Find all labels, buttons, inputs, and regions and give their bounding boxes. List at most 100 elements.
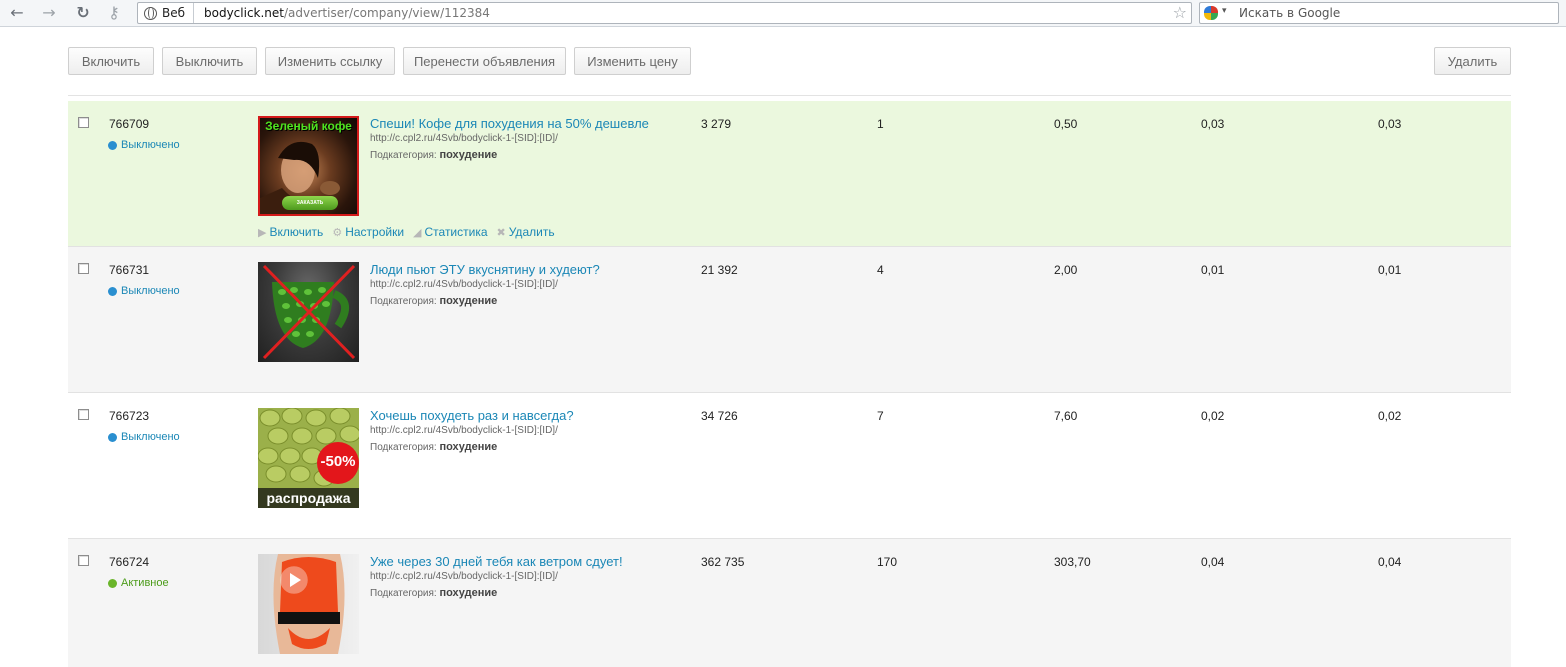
- delete-button[interactable]: Удалить: [1434, 47, 1511, 75]
- key-icon[interactable]: ⚷: [103, 3, 125, 23]
- play-icon: ▶: [258, 225, 267, 239]
- row-checkbox[interactable]: [78, 555, 89, 566]
- metric-ctr: 0,04: [1201, 555, 1225, 569]
- status-text: Выключено: [121, 431, 180, 443]
- browser-toolbar: ← → ↻ ⚷ Веб bodyclick.net/advertiser/com…: [0, 0, 1566, 27]
- ad-thumbnail[interactable]: -50% распродажа: [258, 408, 359, 508]
- forward-arrow-icon[interactable]: →: [38, 3, 60, 23]
- image-discount-badge: -50%: [320, 453, 356, 470]
- row-delete-link[interactable]: ✖ Удалить: [497, 225, 555, 239]
- ad-id: 766724: [109, 555, 150, 569]
- reload-icon[interactable]: ↻: [72, 3, 94, 23]
- ad-id: 766709: [109, 117, 150, 131]
- subcategory-label: Подкатегория:: [370, 588, 437, 599]
- metric-clicks: 4: [877, 263, 884, 277]
- url-path: /advertiser/company/view/112384: [284, 6, 490, 20]
- ad-title-link[interactable]: Уже через 30 дней тебя как ветром сдует!: [370, 554, 623, 569]
- ad-url: http://c.cpl2.ru/4Svb/bodyclick-1-[SID]:…: [370, 425, 558, 436]
- image-caption: Зеленый кофе: [265, 119, 352, 133]
- metric-clicks: 7: [877, 409, 884, 423]
- ad-url: http://c.cpl2.ru/4Svb/bodyclick-1-[SID]:…: [370, 133, 558, 144]
- ad-url: http://c.cpl2.ru/4Svb/bodyclick-1-[SID]:…: [370, 571, 558, 582]
- status-badge: Выключено: [108, 285, 180, 297]
- search-box[interactable]: ▾ Искать в Google: [1199, 2, 1559, 24]
- row-stats-label: Статистика: [424, 225, 488, 239]
- ad-title-link[interactable]: Люди пьют ЭТУ вкуснятину и худеют?: [370, 262, 600, 277]
- row-checkbox[interactable]: [78, 263, 89, 274]
- ad-id: 766723: [109, 409, 150, 423]
- metric-impressions: 3 279: [701, 117, 732, 131]
- ad-subcategory: Подкатегория: похудение: [370, 441, 497, 453]
- ad-thumbnail[interactable]: Зеленый кофе ЗАКАЗАТЬ: [258, 116, 359, 216]
- metric-ctr: 0,02: [1201, 409, 1225, 423]
- subcategory-value: похудение: [439, 441, 498, 453]
- metric-impressions: 21 392: [701, 263, 738, 277]
- url-text[interactable]: bodyclick.net/advertiser/company/view/11…: [204, 6, 490, 20]
- metric-spend: 2,00: [1054, 263, 1078, 277]
- status-text: Выключено: [121, 285, 180, 297]
- table-row: 766709 Выключено Зеленый кофе ЗАКАЗАТЬ С…: [68, 101, 1511, 247]
- search-engine-dropdown-icon[interactable]: ▾: [1222, 5, 1227, 16]
- row-delete-label: Удалить: [508, 225, 555, 239]
- address-bar[interactable]: Веб bodyclick.net/advertiser/company/vie…: [137, 2, 1192, 24]
- url-host: bodyclick.net: [204, 6, 284, 20]
- change-link-button[interactable]: Изменить ссылку: [265, 47, 395, 75]
- table-row: 766723 Выключено -50% распродажа Хочешь …: [68, 393, 1511, 539]
- ad-thumbnail[interactable]: [258, 554, 359, 654]
- metric-ctr: 0,03: [1201, 117, 1225, 131]
- site-chip[interactable]: Веб: [138, 3, 195, 23]
- chart-icon: ◢: [413, 225, 422, 239]
- subcategory-label: Подкатегория:: [370, 150, 437, 161]
- close-icon: ✖: [496, 225, 506, 239]
- move-ads-button[interactable]: Перенести объявления: [403, 47, 566, 75]
- table-top-divider: [68, 95, 1511, 96]
- enable-button[interactable]: Включить: [68, 47, 154, 75]
- ad-title-link[interactable]: Хочешь похудеть раз и навсегда?: [370, 408, 574, 423]
- site-chip-label: Веб: [162, 6, 186, 20]
- status-dot-icon: [108, 286, 117, 296]
- row-enable-link[interactable]: ▶ Включить: [258, 225, 323, 239]
- metric-spend: 0,50: [1054, 117, 1078, 131]
- status-dot-icon: [108, 432, 117, 442]
- coffee-bean-cup-image: [262, 264, 356, 360]
- subcategory-value: похудение: [439, 295, 498, 307]
- ad-subcategory: Подкатегория: похудение: [370, 295, 497, 307]
- row-checkbox[interactable]: [78, 117, 89, 128]
- row-stats-link[interactable]: ◢ Статистика: [413, 225, 488, 239]
- google-logo-icon: [1204, 6, 1218, 20]
- search-input[interactable]: Искать в Google: [1239, 6, 1340, 20]
- status-text: Выключено: [121, 139, 180, 151]
- row-actions: ▶ Включить ⚙ Настройки ◢ Статистика ✖ Удалит…: [258, 225, 555, 239]
- globe-icon: [144, 6, 157, 20]
- disable-button[interactable]: Выключить: [162, 47, 257, 75]
- metric-impressions: 362 735: [701, 555, 745, 569]
- subcategory-value: похудение: [439, 149, 498, 161]
- metric-cpc: 0,01: [1378, 263, 1402, 277]
- bookmark-star-icon[interactable]: ☆: [1173, 3, 1187, 22]
- metric-spend: 7,60: [1054, 409, 1078, 423]
- metric-cpc: 0,04: [1378, 555, 1402, 569]
- ad-thumbnail[interactable]: [258, 262, 359, 362]
- status-badge: Выключено: [108, 139, 180, 151]
- row-checkbox[interactable]: [78, 409, 89, 420]
- subcategory-label: Подкатегория:: [370, 442, 437, 453]
- ad-id: 766731: [109, 263, 150, 277]
- gear-icon: ⚙: [332, 225, 343, 239]
- metric-clicks: 1: [877, 117, 884, 131]
- ad-title-link[interactable]: Спеши! Кофе для похудения на 50% дешевле: [370, 116, 649, 131]
- image-order-button: ЗАКАЗАТЬ: [282, 196, 338, 210]
- subcategory-label: Подкатегория:: [370, 296, 437, 307]
- metric-impressions: 34 726: [701, 409, 738, 423]
- change-price-button[interactable]: Изменить цену: [574, 47, 691, 75]
- metric-clicks: 170: [877, 555, 898, 569]
- subcategory-value: похудение: [439, 587, 498, 599]
- status-badge: Выключено: [108, 431, 180, 443]
- back-arrow-icon[interactable]: ←: [6, 3, 28, 23]
- row-settings-label: Настройки: [345, 225, 405, 239]
- status-text: Активное: [121, 577, 169, 589]
- image-caption: распродажа: [266, 490, 351, 506]
- status-dot-icon: [108, 578, 117, 588]
- row-enable-label: Включить: [269, 225, 324, 239]
- row-settings-link[interactable]: ⚙ Настройки: [332, 225, 404, 239]
- status-badge: Активное: [108, 577, 169, 589]
